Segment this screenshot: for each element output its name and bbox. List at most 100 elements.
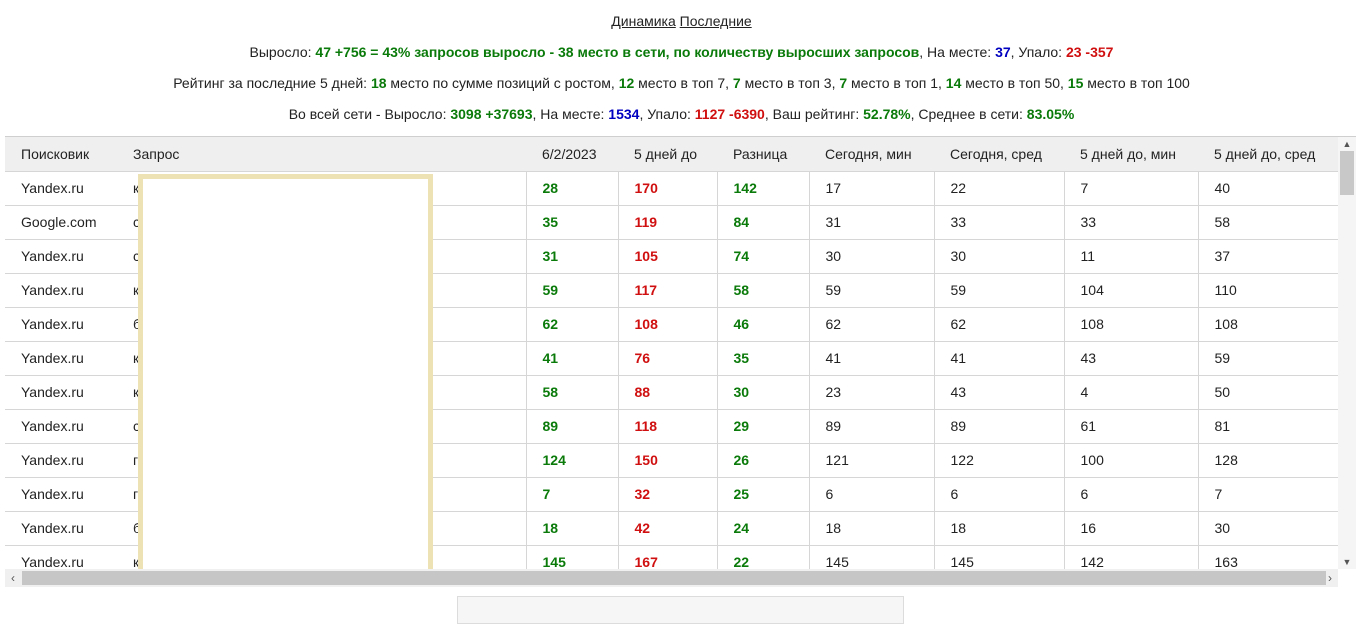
cell-today-avg: 122 xyxy=(934,443,1065,478)
cell-date-pos: 62 xyxy=(526,307,619,342)
cell-before-avg: 58 xyxy=(1198,205,1339,240)
scroll-left-arrow-icon[interactable]: ‹ xyxy=(5,569,21,587)
grew-label: Выросло: xyxy=(249,44,316,60)
cell-today-avg: 6 xyxy=(934,477,1065,512)
cell-before-pos: 76 xyxy=(618,341,718,376)
header-difference[interactable]: Разница xyxy=(717,137,809,172)
cell-today-avg: 59 xyxy=(934,273,1065,308)
cell-today-avg: 22 xyxy=(934,171,1065,206)
vertical-scrollbar[interactable]: ▲ ▼ xyxy=(1338,137,1356,569)
header-date[interactable]: 6/2/2023 xyxy=(526,137,618,172)
cell-before-avg: 40 xyxy=(1198,171,1339,206)
cell-before-avg: 59 xyxy=(1198,341,1339,376)
dynamics-link[interactable]: Динамика xyxy=(611,13,675,29)
cell-before-min: 104 xyxy=(1064,273,1199,308)
scroll-right-arrow-icon[interactable]: › xyxy=(1322,569,1338,587)
cell-before-pos: 170 xyxy=(618,171,718,206)
cell-before-min: 7 xyxy=(1064,171,1199,206)
cell-today-min: 17 xyxy=(809,171,935,206)
scroll-up-arrow-icon[interactable]: ▲ xyxy=(1338,137,1356,151)
cell-today-min: 31 xyxy=(809,205,935,240)
cell-before-avg: 108 xyxy=(1198,307,1339,342)
cell-before-pos: 119 xyxy=(618,205,718,240)
cell-before-avg: 7 xyxy=(1198,477,1339,512)
grew-value: 47 +756 = 43% запросов выросло - 38 мест… xyxy=(315,44,920,60)
scroll-down-arrow-icon[interactable]: ▼ xyxy=(1338,555,1356,569)
cell-date-pos: 28 xyxy=(526,171,619,206)
cell-engine: Yandex.ru xyxy=(5,239,117,274)
horizontal-scrollbar[interactable]: ‹ › xyxy=(5,569,1338,587)
cell-before-min: 43 xyxy=(1064,341,1199,376)
vertical-scroll-thumb[interactable] xyxy=(1340,151,1354,195)
rating-value-1: 18 xyxy=(370,75,387,91)
header-5-days-before[interactable]: 5 дней до xyxy=(618,137,717,172)
cell-before-min: 100 xyxy=(1064,443,1199,478)
cell-date-pos: 18 xyxy=(526,511,619,546)
cell-difference: 35 xyxy=(717,341,810,376)
cell-date-pos: 124 xyxy=(526,443,619,478)
header-today-avg[interactable]: Сегодня, сред xyxy=(934,137,1064,172)
latest-link[interactable]: Последние xyxy=(680,13,752,29)
cell-before-min: 33 xyxy=(1064,205,1199,240)
header-5-days-min[interactable]: 5 дней до, мин xyxy=(1064,137,1198,172)
header-5-days-avg[interactable]: 5 дней до, сред xyxy=(1198,137,1338,172)
cell-before-min: 11 xyxy=(1064,239,1199,274)
cell-before-pos: 150 xyxy=(618,443,718,478)
network-avg-label: , Среднее в сети: xyxy=(910,106,1027,122)
network-stay-label: , На месте: xyxy=(532,106,609,122)
cell-today-avg: 33 xyxy=(934,205,1065,240)
summary-line: Выросло: 47 +756 = 43% запросов выросло … xyxy=(0,44,1363,60)
rating-value-6: 15 xyxy=(1067,75,1084,91)
cell-today-min: 121 xyxy=(809,443,935,478)
cell-difference: 25 xyxy=(717,477,810,512)
cell-today-min: 62 xyxy=(809,307,935,342)
cell-before-pos: 105 xyxy=(618,239,718,274)
cell-today-min: 6 xyxy=(809,477,935,512)
cell-before-avg: 110 xyxy=(1198,273,1339,308)
cell-before-avg: 128 xyxy=(1198,443,1339,478)
rating-text-5: место в топ 50, xyxy=(961,75,1068,91)
cell-date-pos: 59 xyxy=(526,273,619,308)
cell-today-avg: 41 xyxy=(934,341,1065,376)
cell-today-min: 89 xyxy=(809,409,935,444)
horizontal-scroll-thumb[interactable] xyxy=(22,571,1326,585)
cell-before-pos: 32 xyxy=(618,477,718,512)
view-links: Динамика Последние xyxy=(0,13,1363,29)
cell-today-avg: 62 xyxy=(934,307,1065,342)
cell-engine: Yandex.ru xyxy=(5,273,117,308)
cell-today-min: 30 xyxy=(809,239,935,274)
header-query[interactable]: Запрос xyxy=(117,137,526,172)
cell-date-pos: 35 xyxy=(526,205,619,240)
stay-value: 37 xyxy=(995,44,1011,60)
cell-engine: Yandex.ru xyxy=(5,171,117,206)
cell-today-avg: 30 xyxy=(934,239,1065,274)
cell-date-pos: 41 xyxy=(526,341,619,376)
cell-engine: Yandex.ru xyxy=(5,307,117,342)
network-fell: 1127 -6390 xyxy=(694,106,765,122)
cell-before-avg: 30 xyxy=(1198,511,1339,546)
cell-before-pos: 42 xyxy=(618,511,718,546)
network-avg: 83.05% xyxy=(1026,106,1075,122)
fell-value: 23 -357 xyxy=(1065,44,1114,60)
header-engine[interactable]: Поисковик xyxy=(5,137,117,172)
redaction-box xyxy=(138,174,433,574)
cell-before-pos: 118 xyxy=(618,409,718,444)
rating-line: Рейтинг за последние 5 дней: 18 место по… xyxy=(0,75,1363,91)
cell-today-avg: 89 xyxy=(934,409,1065,444)
cell-before-pos: 108 xyxy=(618,307,718,342)
network-line: Во всей сети - Выросло: 3098 +37693, На … xyxy=(0,106,1363,122)
header-today-min[interactable]: Сегодня, мин xyxy=(809,137,934,172)
network-stay: 1534 xyxy=(608,106,640,122)
rating-text-2: место в топ 7, xyxy=(634,75,733,91)
rating-text-1: место по сумме позиций с ростом, xyxy=(386,75,619,91)
network-rating: 52.78% xyxy=(863,106,911,122)
table-header-row: Поисковик Запрос 6/2/2023 5 дней до Разн… xyxy=(5,137,1338,172)
cell-difference: 84 xyxy=(717,205,810,240)
cell-date-pos: 31 xyxy=(526,239,619,274)
cell-difference: 58 xyxy=(717,273,810,308)
rating-text-3: место в топ 3, xyxy=(740,75,840,91)
cell-engine: Yandex.ru xyxy=(5,375,117,410)
bottom-input-box[interactable] xyxy=(457,596,904,624)
rating-label: Рейтинг за последние 5 дней: xyxy=(173,75,371,91)
cell-engine: Yandex.ru xyxy=(5,477,117,512)
